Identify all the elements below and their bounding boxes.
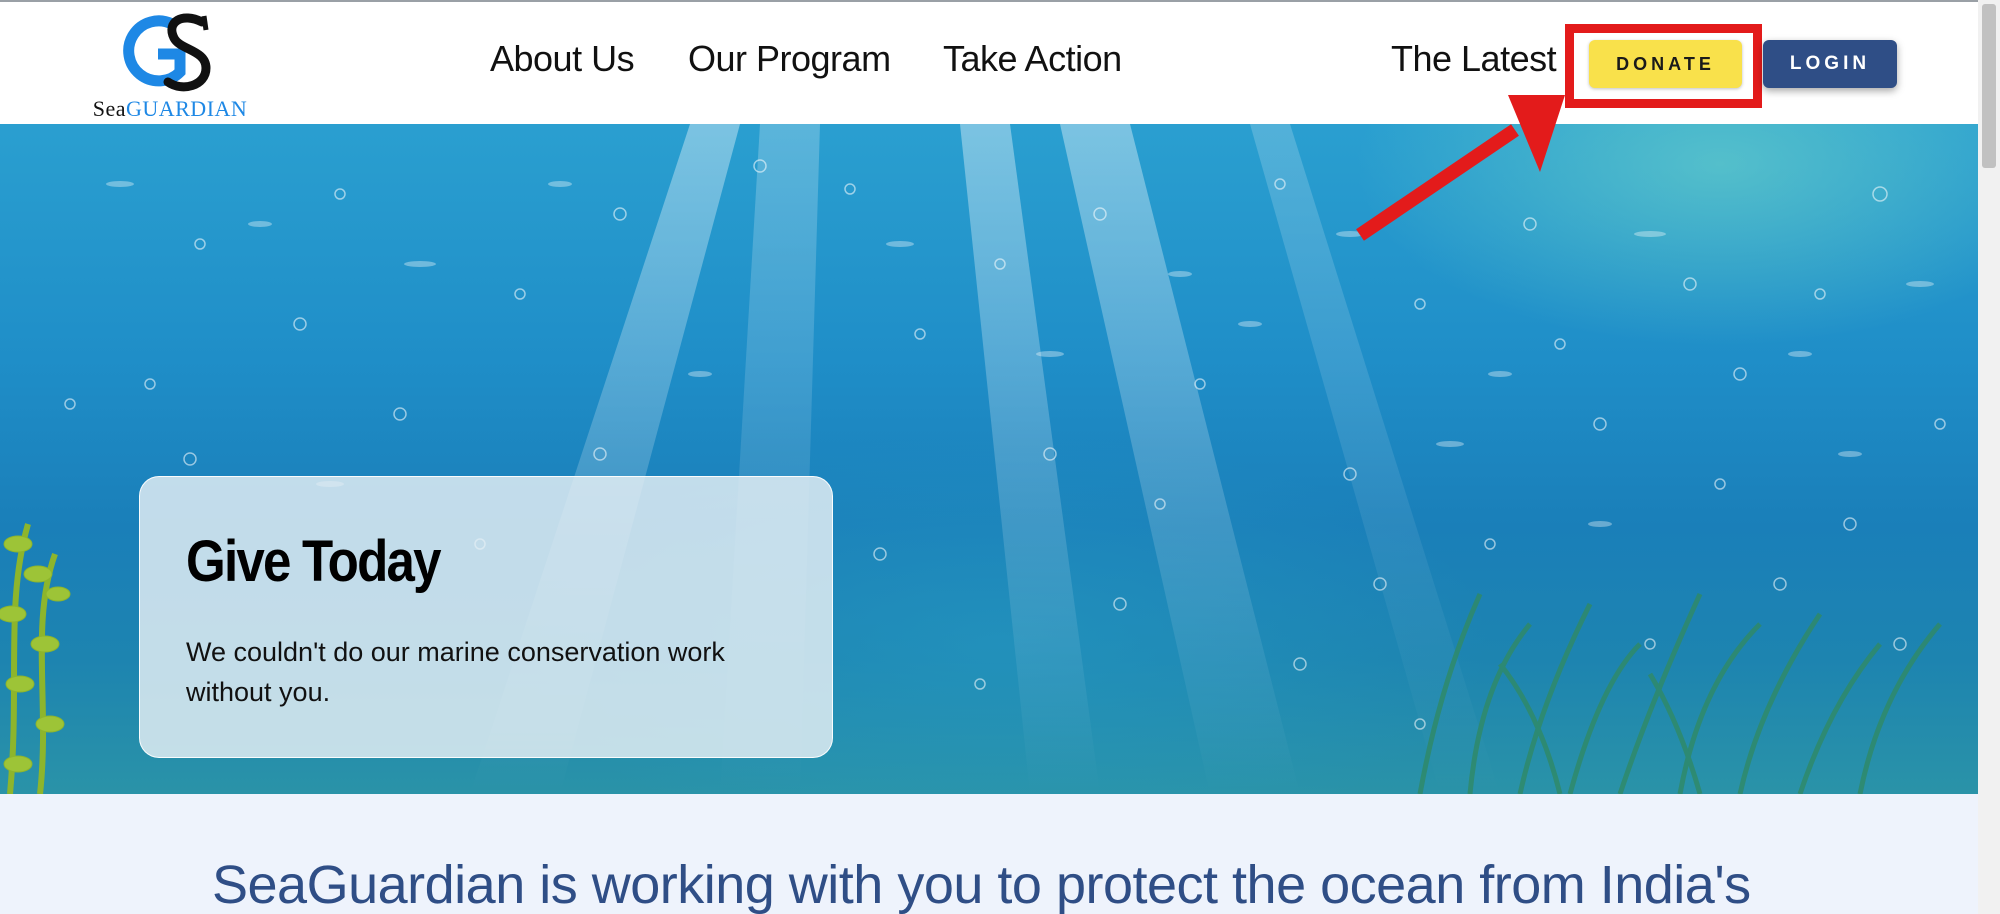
login-button[interactable]: LOGIN xyxy=(1763,40,1897,88)
mission-heading: SeaGuardian is working with you to prote… xyxy=(212,855,1751,914)
scrollbar-thumb[interactable] xyxy=(1982,4,1996,168)
seaguardian-logo[interactable]: SeaGuardian xyxy=(80,10,260,122)
mission-section: SeaGuardian is working with you to prote… xyxy=(0,794,1978,914)
give-today-title: Give Today xyxy=(186,529,442,594)
give-today-text: We couldn't do our marine conservation w… xyxy=(186,637,725,707)
nav-our-program[interactable]: Our Program xyxy=(688,38,891,80)
give-today-card xyxy=(139,476,833,758)
seaguardian-logo-icon xyxy=(123,13,211,92)
nav-about-us[interactable]: About Us xyxy=(490,38,635,80)
seagrass-right xyxy=(1417,592,1942,794)
site-header: SeaGuardian About Us Our Program Take Ac… xyxy=(0,2,1978,124)
red-arrow-annotation-icon xyxy=(1356,95,1565,241)
donate-highlight-box xyxy=(1565,24,1762,108)
logo-wordmark: SeaGuardian xyxy=(80,96,260,122)
logo-text-sea: Sea xyxy=(92,96,126,121)
seaweed-left xyxy=(0,523,71,794)
nav-take-action[interactable]: Take Action xyxy=(943,38,1122,80)
nav-the-latest[interactable]: The Latest xyxy=(1391,38,1557,80)
logo-text-guardian: Guardian xyxy=(125,96,248,121)
